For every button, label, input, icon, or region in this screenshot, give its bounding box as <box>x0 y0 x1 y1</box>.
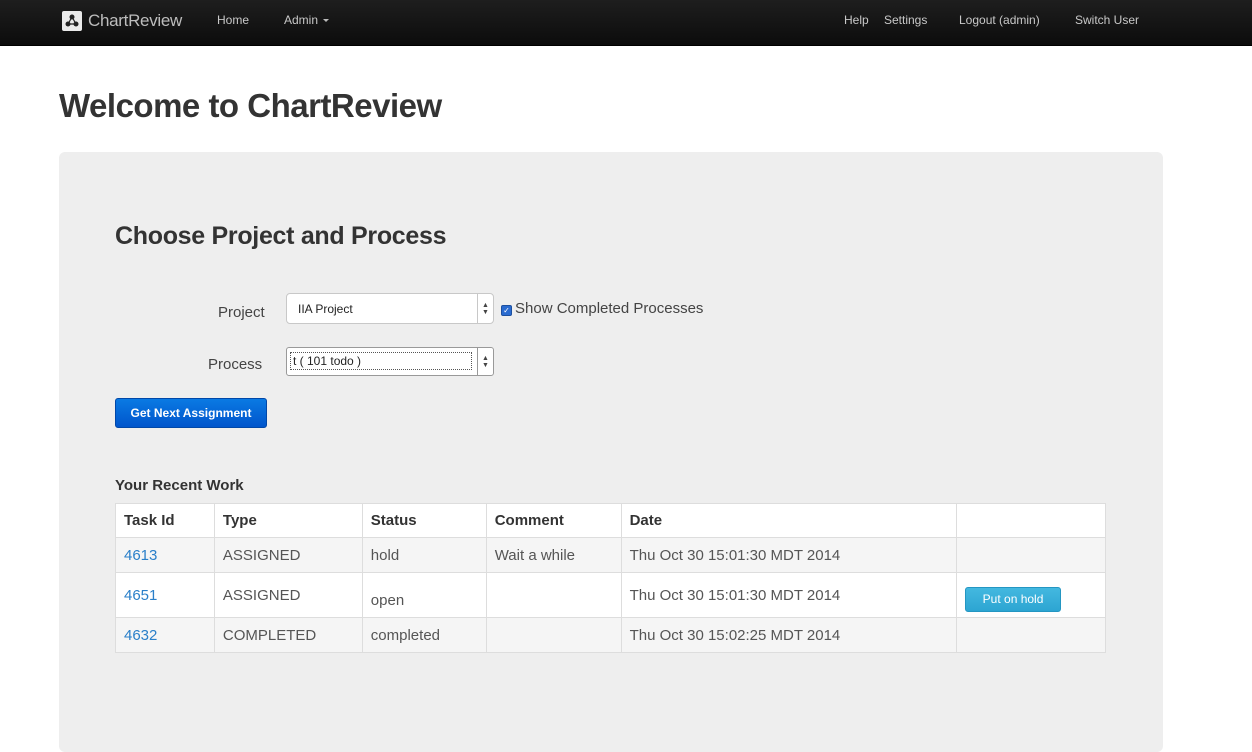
process-label: Process <box>208 356 263 373</box>
table-header-row: Task Id Type Status Comment Date <box>115 503 1106 538</box>
select-arrow-icon: ▲ ▼ <box>477 348 493 375</box>
task-date: Thu Oct 30 15:02:25 MDT 2014 <box>620 617 958 653</box>
recent-work-table: Task Id Type Status Comment Date 4613 AS… <box>115 503 1106 653</box>
task-status: completed <box>361 617 487 653</box>
task-comment <box>485 572 622 618</box>
task-status: hold <box>361 537 487 573</box>
column-header <box>956 503 1106 538</box>
task-comment <box>485 617 622 653</box>
nav-admin-label: Admin <box>284 13 319 27</box>
column-header: Type <box>213 503 363 538</box>
section-title: Choose Project and Process <box>115 222 447 250</box>
task-action-cell <box>956 617 1106 653</box>
column-header: Task Id <box>115 503 215 538</box>
nav-help[interactable]: Help <box>844 13 869 27</box>
top-navbar: ChartReview Home Admin Help Settings Log… <box>0 0 1252 46</box>
task-date: Thu Oct 30 15:01:30 MDT 2014 <box>620 537 958 573</box>
recent-work-heading: Your Recent Work <box>115 477 244 494</box>
brand[interactable]: ChartReview <box>62 10 182 32</box>
column-header: Date <box>620 503 958 538</box>
process-select[interactable]: t ( 101 todo ) ▲ ▼ <box>286 347 494 376</box>
nav-admin-dropdown[interactable]: Admin <box>284 13 330 27</box>
show-completed-checkbox[interactable]: ✓ <box>501 305 512 316</box>
nav-home[interactable]: Home <box>217 13 249 27</box>
task-status: open <box>361 572 487 618</box>
project-select-value: IIA Project <box>298 302 353 316</box>
task-type: ASSIGNED <box>213 572 363 618</box>
nav-switch-user[interactable]: Switch User <box>1075 13 1139 27</box>
column-header: Status <box>361 503 487 538</box>
select-arrow-icon: ▲ ▼ <box>477 294 493 323</box>
put-on-hold-button[interactable]: Put on hold <box>965 586 1062 612</box>
task-id-link[interactable]: 4651 <box>124 587 157 604</box>
show-completed-label[interactable]: Show Completed Processes <box>515 300 703 317</box>
process-select-value: t ( 101 todo ) <box>290 352 472 370</box>
nav-settings[interactable]: Settings <box>884 13 927 27</box>
task-comment: Wait a while <box>485 537 622 573</box>
task-date: Thu Oct 30 15:01:30 MDT 2014 <box>620 572 958 618</box>
brand-text: ChartReview <box>88 11 183 30</box>
chartreview-logo-icon <box>62 11 82 31</box>
task-action-cell <box>956 537 1106 573</box>
project-select[interactable]: IIA Project ▲ ▼ <box>286 293 494 324</box>
table-row: 4632 COMPLETED completed Thu Oct 30 15:0… <box>115 617 1106 653</box>
table-row: 4651 ASSIGNED open Thu Oct 30 15:01:30 M… <box>115 572 1106 618</box>
column-header: Comment <box>485 503 622 538</box>
table-row: 4613 ASSIGNED hold Wait a while Thu Oct … <box>115 537 1106 573</box>
task-id-link[interactable]: 4632 <box>124 627 157 644</box>
task-type: ASSIGNED <box>213 537 363 573</box>
task-type: COMPLETED <box>213 617 363 653</box>
nav-logout[interactable]: Logout (admin) <box>959 13 1040 27</box>
project-label: Project <box>218 304 265 321</box>
get-next-assignment-button[interactable]: Get Next Assignment <box>115 398 267 428</box>
caret-down-icon <box>323 19 330 23</box>
task-id-link[interactable]: 4613 <box>124 547 157 564</box>
page-title: Welcome to ChartReview <box>59 87 442 124</box>
task-action-cell: Put on hold <box>956 572 1106 618</box>
